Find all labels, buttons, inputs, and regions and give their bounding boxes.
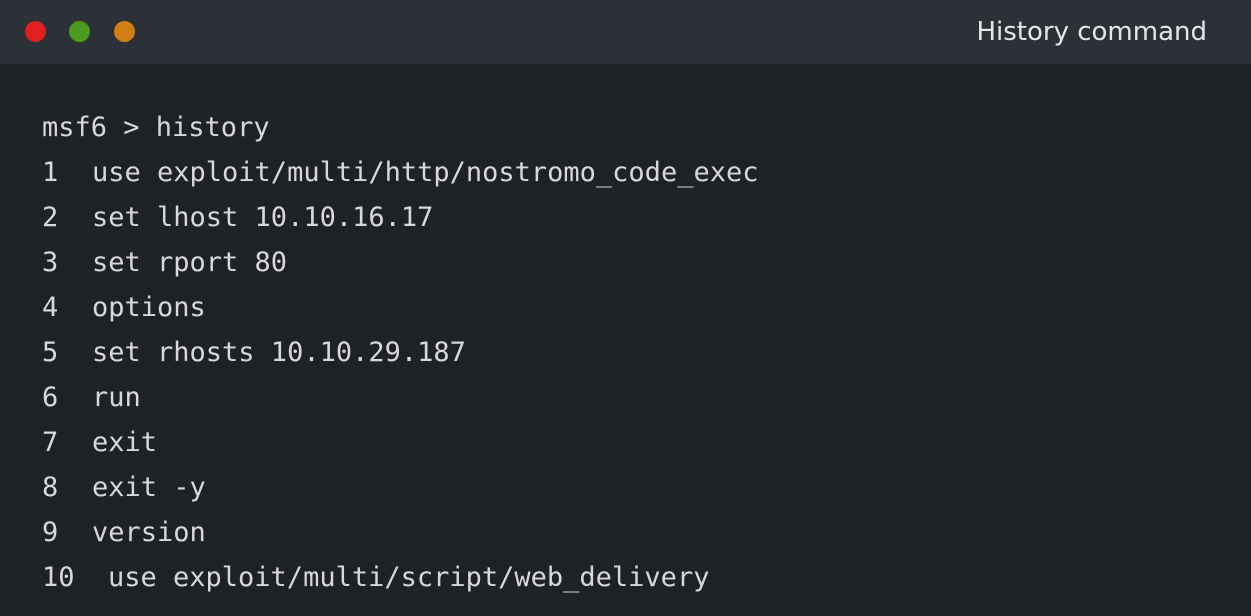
history-entry: 10 use exploit/multi/script/web_delivery (42, 560, 1222, 605)
history-command: exit -y (92, 472, 206, 503)
history-entry: 9 version (42, 515, 1222, 560)
history-entry: 4 options (42, 290, 1222, 335)
history-number: 6 (42, 382, 59, 413)
title-bar: History command (0, 0, 1251, 64)
history-number: 1 (42, 157, 59, 188)
history-command: set rport 80 (92, 247, 288, 278)
history-number: 2 (42, 202, 59, 233)
history-entry: 1 use exploit/multi/http/nostromo_code_ex… (42, 155, 1222, 200)
history-command: use exploit/multi/http/nostromo_code_exe… (92, 157, 759, 188)
history-number: 7 (42, 427, 59, 458)
history-command: run (92, 382, 141, 413)
history-number: 10 (42, 562, 75, 593)
history-command: version (92, 517, 206, 548)
history-entry: 3 set rport 80 (42, 245, 1222, 290)
history-number: 4 (42, 292, 59, 323)
window-title: History command (976, 17, 1207, 47)
history-command: set lhost 10.10.16.17 (92, 202, 434, 233)
minimize-button[interactable] (69, 21, 90, 42)
history-entry: 5 set rhosts 10.10.29.187 (42, 335, 1222, 380)
history-command: exit (92, 427, 158, 458)
history-command: use exploit/multi/script/web_delivery (108, 562, 710, 593)
maximize-button[interactable] (114, 21, 135, 42)
prompt-line: msf6 > history (42, 112, 270, 143)
history-entry: 6 run (42, 380, 1222, 425)
history-number: 9 (42, 517, 59, 548)
history-command: options (92, 292, 206, 323)
history-number: 3 (42, 247, 59, 278)
terminal-window: History command msf6 > history 1 use expl… (0, 0, 1251, 616)
terminal-output[interactable]: msf6 > history 1 use exploit/multi/http/n… (42, 110, 1222, 605)
history-entry: 2 set lhost 10.10.16.17 (42, 200, 1222, 245)
close-button[interactable] (25, 21, 46, 42)
history-entry: 8 exit -y (42, 470, 1222, 515)
history-number: 5 (42, 337, 59, 368)
history-entry: 7 exit (42, 425, 1222, 470)
history-command: set rhosts 10.10.29.187 (92, 337, 466, 368)
history-number: 8 (42, 472, 59, 503)
